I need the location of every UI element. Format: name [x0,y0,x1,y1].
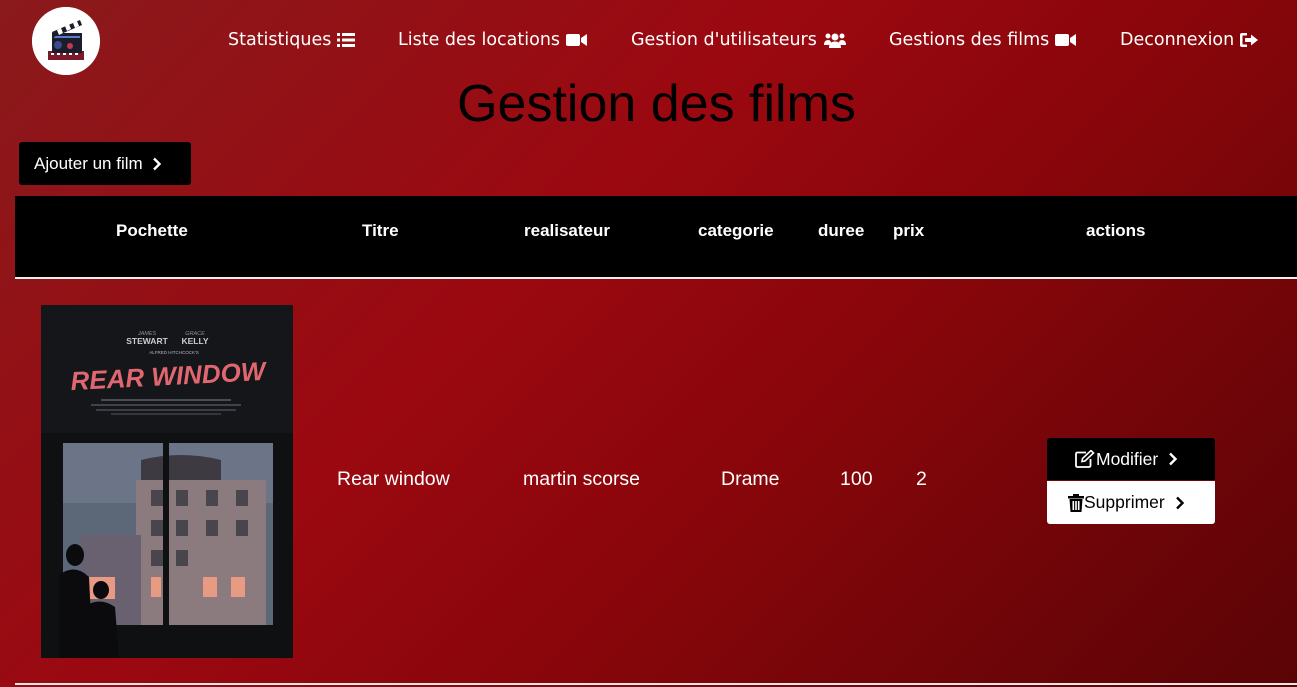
trash-icon [1068,493,1084,512]
app-logo[interactable] [32,7,100,75]
modify-button[interactable]: Modifier [1047,438,1215,480]
poster-image: JAMES STEWART GRACE KELLY ALFRED HITCHCO… [41,305,293,658]
nav-statistiques[interactable]: Statistiques [228,27,356,53]
cell-duree: 100 [840,468,873,490]
page-title: Gestion des films [457,75,856,133]
delete-button-label: Supprimer [1084,492,1165,512]
chevron-right-icon [152,157,161,170]
nav-deconnexion-label: Deconnexion [1120,30,1235,50]
col-header-realisateur: realisateur [524,221,610,240]
clapperboard-logo-icon [32,7,100,75]
poster-presenter: ALFRED HITCHCOCK'S [149,350,199,355]
col-header-prix: prix [893,221,925,240]
nav-statistiques-label: Statistiques [228,30,332,50]
sign-out-icon [1240,33,1259,47]
modify-button-label: Modifier [1096,448,1159,469]
list-icon [337,33,356,47]
col-header-titre: Titre [362,221,399,240]
navbar: Statistiques Liste des locations Gestion… [0,0,1297,80]
add-film-button[interactable]: Ajouter un film [19,142,191,185]
table-header: Pochette Titre realisateur categorie dur… [15,196,1297,279]
users-icon [823,33,846,48]
col-header-duree: duree [818,221,865,240]
nav-gestion-films-label: Gestions des films [889,30,1050,50]
col-header-actions: actions [1086,221,1146,240]
video-camera-icon [1055,34,1077,46]
nav-gestion-films[interactable]: Gestions des films [889,27,1077,53]
film-poster: JAMES STEWART GRACE KELLY ALFRED HITCHCO… [41,305,293,658]
nav-gestion-utilisateurs-label: Gestion d'utilisateurs [631,30,817,50]
video-camera-icon [566,34,588,46]
row-divider [15,683,1297,685]
add-film-button-label: Ajouter un film [34,153,143,173]
col-header-pochette: Pochette [116,221,188,240]
cell-realisateur: martin scorse [523,468,641,490]
cell-categorie: Drame [721,468,780,490]
cell-titre: Rear window [337,468,450,490]
nav-deconnexion[interactable]: Deconnexion [1120,27,1259,53]
nav-liste-locations-label: Liste des locations [398,30,561,50]
nav-gestion-utilisateurs[interactable]: Gestion d'utilisateurs [631,27,847,53]
edit-icon [1075,450,1095,468]
nav-liste-locations[interactable]: Liste des locations [398,27,588,53]
cell-prix: 2 [916,468,927,490]
delete-button[interactable]: Supprimer [1047,481,1215,524]
poster-actor1: STEWART [126,336,168,346]
col-header-categorie: categorie [698,221,774,240]
poster-actor2: KELLY [181,336,208,346]
chevron-right-icon [1169,452,1178,466]
chevron-right-icon [1175,496,1184,509]
